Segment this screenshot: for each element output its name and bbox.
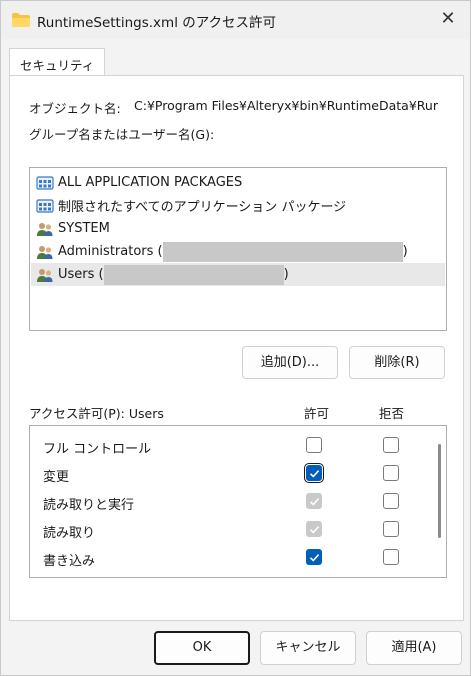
table-row: 読み取り (30, 516, 430, 544)
tab-security[interactable]: セキュリティ (9, 48, 106, 76)
list-item-suffix: ) (402, 244, 408, 259)
redacted-block (162, 241, 403, 262)
checkmark-icon (309, 526, 320, 534)
title-bar[interactable]: RuntimeSettings.xml のアクセス許可 ✕ (1, 1, 470, 39)
ok-button[interactable]: OK (154, 631, 250, 665)
permissions-list[interactable]: フル コントロール 変更 読み取りと実行 読み取り 書き込み (29, 425, 447, 578)
table-row: 読み取りと実行 (30, 488, 430, 516)
table-row: フル コントロール (30, 432, 430, 460)
close-icon[interactable]: ✕ (438, 9, 458, 29)
list-item[interactable]: ALL APPLICATION PACKAGES (31, 171, 445, 194)
permissions-dialog: RuntimeSettings.xml のアクセス許可 ✕ セキュリティ オブジ… (0, 0, 471, 676)
permission-name: 読み取りと実行 (43, 498, 135, 513)
object-name-label: オブジェクト名: (29, 101, 121, 116)
list-item-label: ALL APPLICATION PACKAGES (58, 175, 243, 190)
table-row: 変更 (30, 460, 430, 488)
add-button[interactable]: 追加(D)... (242, 346, 338, 379)
redacted-block (103, 264, 284, 285)
checkmark-icon (309, 554, 320, 562)
checkmark-icon (309, 498, 320, 506)
deny-checkbox[interactable] (383, 437, 399, 453)
permission-name: 書き込み (43, 554, 96, 569)
permissions-label: アクセス許可(P): Users (29, 406, 164, 421)
users-icon (37, 268, 53, 282)
apply-button[interactable]: 適用(A) (366, 631, 462, 665)
permission-name: 変更 (43, 470, 70, 485)
deny-checkbox[interactable] (383, 465, 399, 481)
allow-checkbox[interactable] (306, 549, 322, 565)
object-name-value: C:¥Program Files¥Alteryx¥bin¥RuntimeData… (134, 98, 438, 113)
list-item[interactable]: Administrators ( ) (31, 240, 445, 263)
list-item-label: Administrators ( (58, 244, 163, 259)
deny-column-header: 拒否 (379, 406, 405, 421)
list-item-label: SYSTEM (58, 221, 110, 236)
allow-checkbox[interactable] (306, 577, 322, 578)
permission-name: 読み取り (43, 526, 96, 541)
list-item-label: 制限されたすべてのアプリケーション パッケージ (58, 200, 347, 215)
users-icon (37, 245, 53, 259)
list-item-selected[interactable]: Users ( ) (31, 263, 445, 286)
cancel-button[interactable]: キャンセル (260, 631, 356, 665)
list-item[interactable]: SYSTEM (31, 217, 445, 240)
deny-checkbox[interactable] (383, 577, 399, 578)
tab-bar: セキュリティ (9, 48, 464, 76)
table-row: 書き込み (30, 544, 430, 572)
deny-checkbox[interactable] (383, 549, 399, 565)
remove-button[interactable]: 削除(R) (349, 346, 445, 379)
deny-checkbox[interactable] (383, 521, 399, 537)
allow-checkbox[interactable] (306, 437, 322, 453)
users-icon (37, 222, 53, 236)
list-item-suffix: ) (283, 267, 289, 282)
permission-name: フル コントロール (43, 442, 152, 457)
security-panel: オブジェクト名: C:¥Program Files¥Alteryx¥bin¥Ru… (9, 75, 464, 621)
allow-checkbox[interactable] (304, 463, 324, 483)
list-item-label: Users ( (58, 267, 104, 282)
folder-icon (12, 13, 30, 27)
allow-checkbox[interactable] (306, 521, 322, 537)
checkmark-icon (309, 470, 320, 478)
table-row (30, 572, 430, 578)
scrollbar[interactable] (438, 444, 441, 538)
list-item[interactable]: 制限されたすべてのアプリケーション パッケージ (31, 194, 445, 217)
packages-icon (36, 175, 54, 190)
allow-checkbox[interactable] (306, 493, 322, 509)
group-list-label: グループ名またはユーザー名(G): (29, 127, 215, 142)
group-user-list[interactable]: ALL APPLICATION PACKAGES 制限されたすべてのアプリケーシ… (29, 167, 447, 331)
window-title: RuntimeSettings.xml のアクセス許可 (37, 15, 277, 31)
deny-checkbox[interactable] (383, 493, 399, 509)
packages-icon (36, 198, 54, 213)
allow-column-header: 許可 (304, 406, 330, 421)
